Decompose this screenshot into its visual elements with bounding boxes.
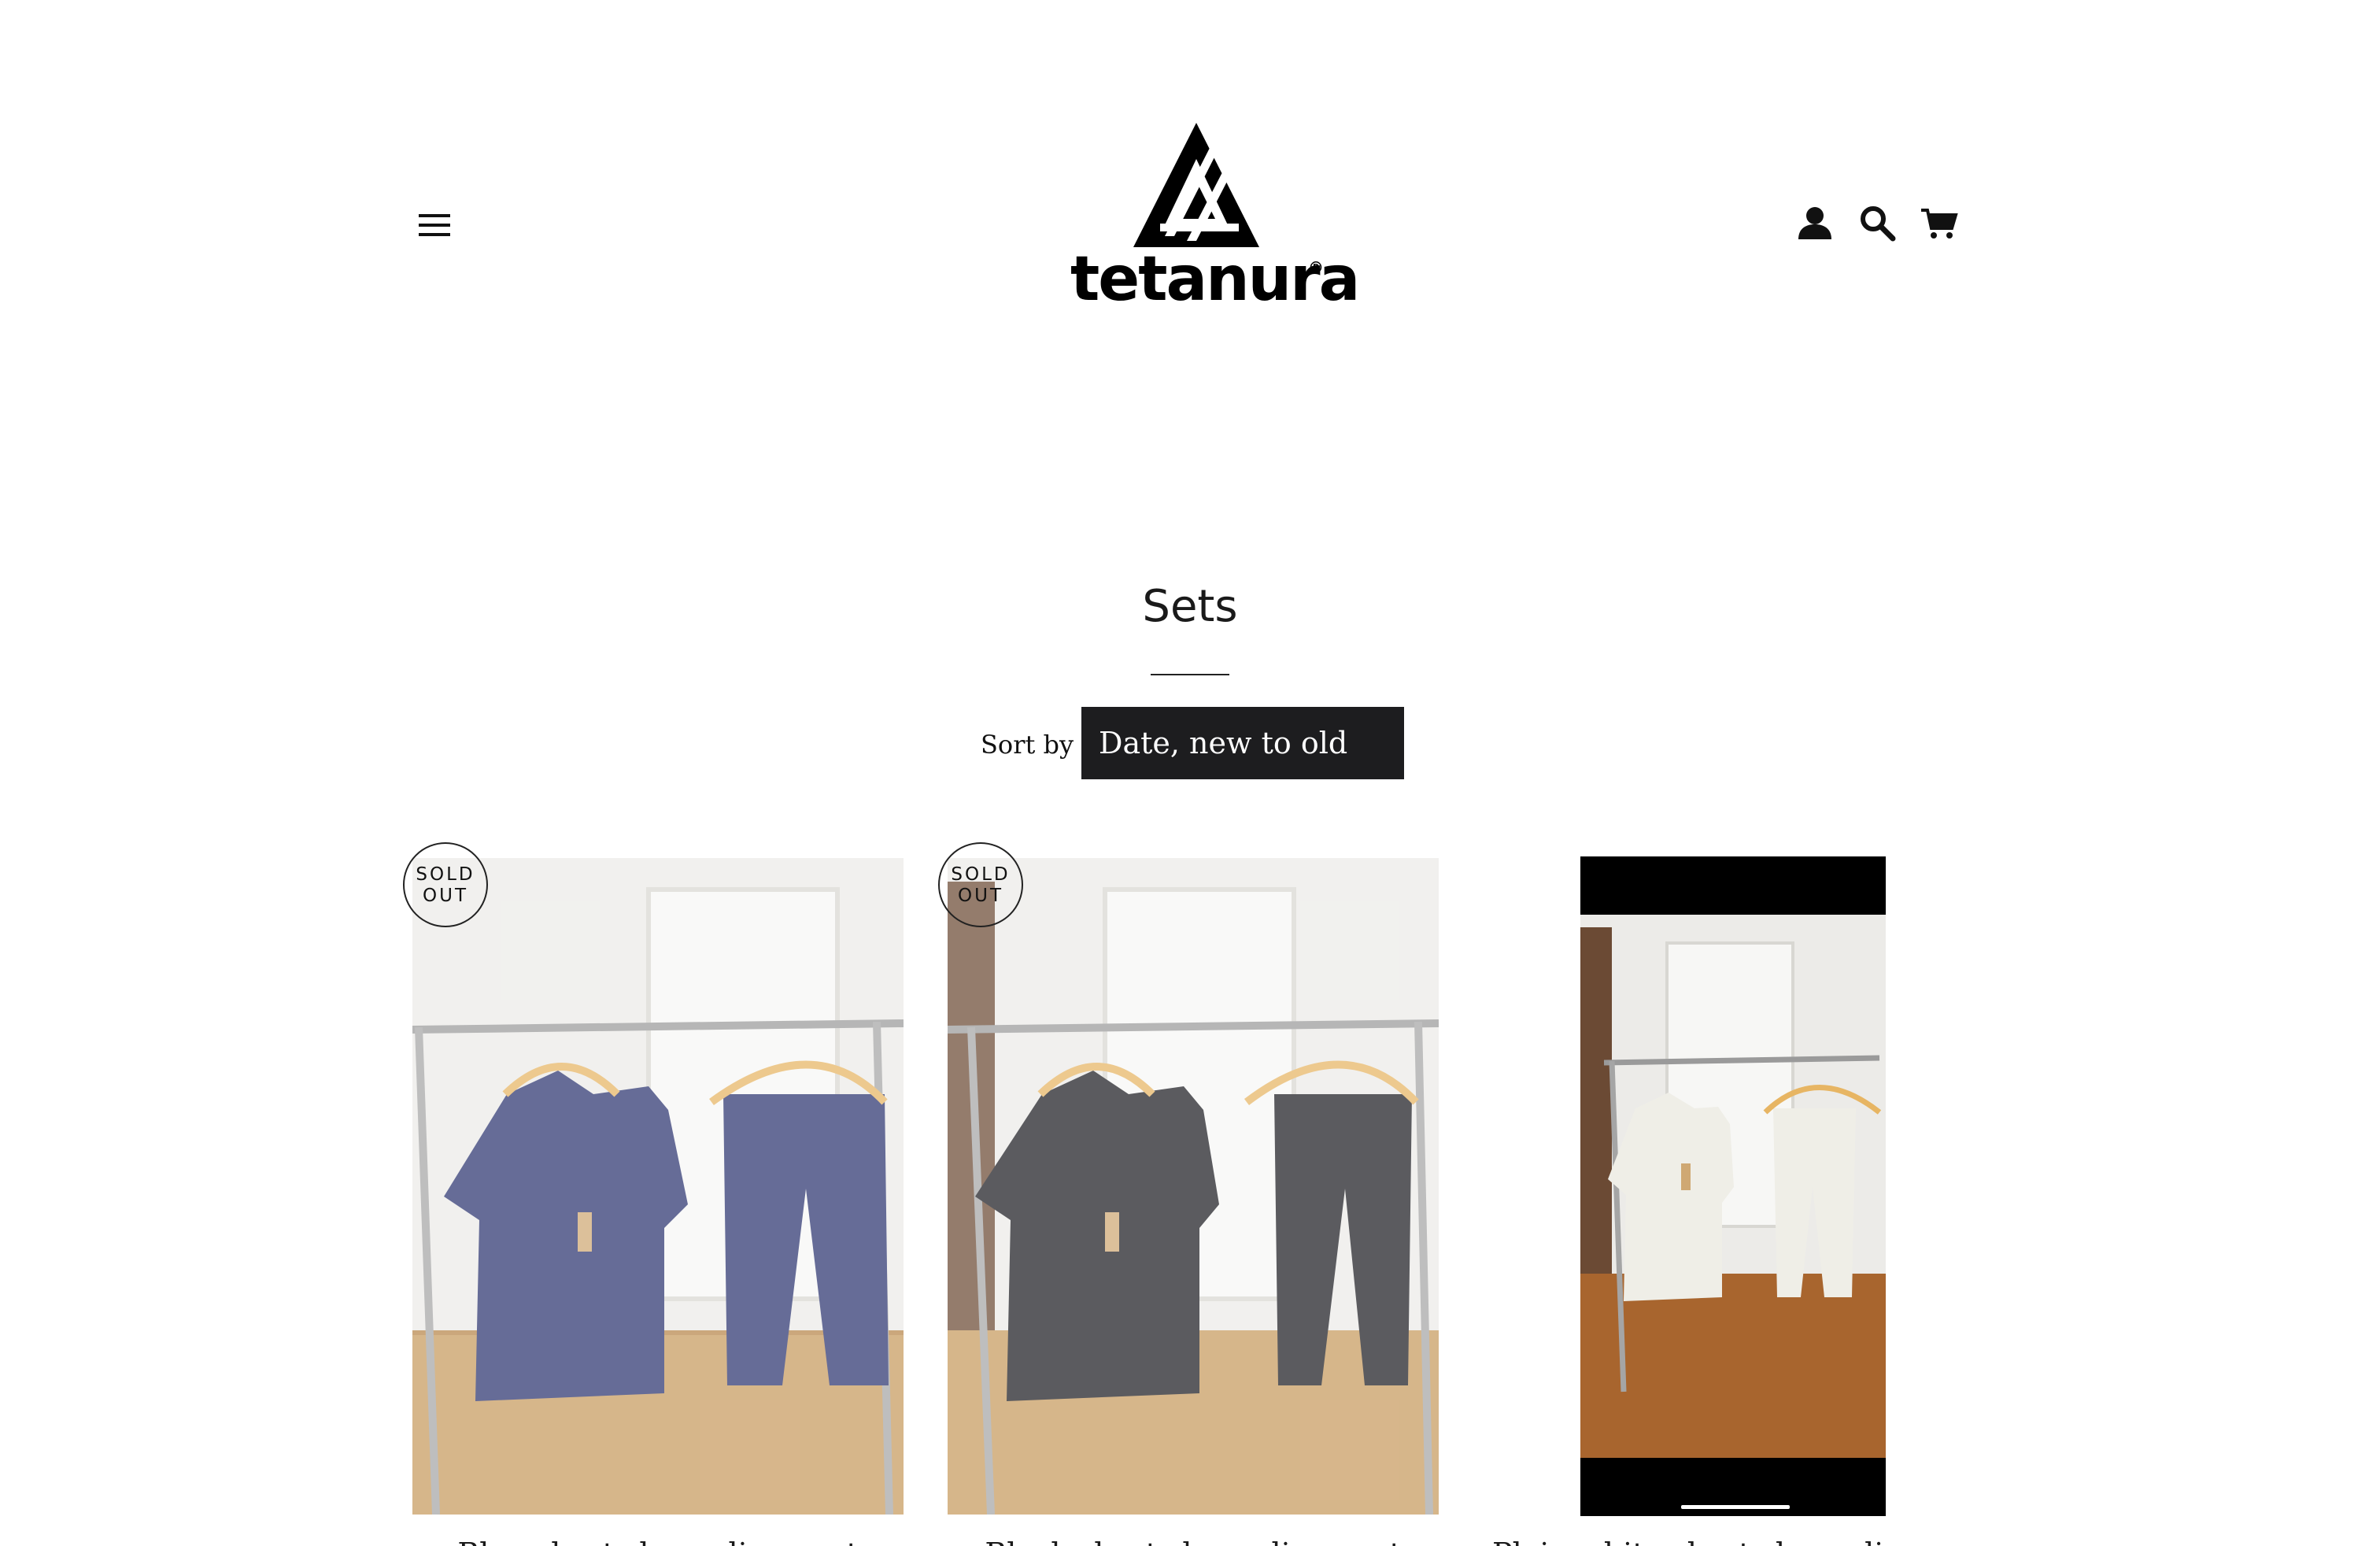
image-overlay	[948, 858, 1439, 1515]
image-overlay	[412, 858, 904, 1515]
sold-out-badge: SOLD OUT	[938, 842, 1023, 927]
tetanura-logo-mark-icon	[1133, 123, 1259, 247]
product-image[interactable]	[412, 858, 904, 1515]
user-icon[interactable]	[1794, 203, 1835, 244]
sold-out-badge: SOLD OUT	[403, 842, 488, 927]
brand-logo[interactable]: tetanura ®	[1070, 118, 1360, 323]
product-title[interactable]: Black short sleeve linen set	[948, 1535, 1439, 1546]
badge-line-2: OUT	[423, 886, 468, 906]
product-image[interactable]	[1580, 856, 1886, 1516]
page-title: Sets	[1142, 581, 1238, 632]
badge-line-2: OUT	[958, 886, 1003, 906]
search-icon[interactable]	[1857, 203, 1898, 244]
product-card[interactable]: SOLD OUT Black short sleeve linen set	[938, 842, 1439, 1546]
sort-by-label: Sort by	[981, 730, 1074, 760]
collection-page: tetanura ® Sets Sort by Date, new to old…	[0, 0, 2380, 1546]
header-actions	[1794, 203, 1968, 244]
sort-by-select[interactable]: Date, new to old	[1081, 707, 1404, 779]
product-card[interactable]: SOLD OUT Blue short sleeve linen set	[403, 842, 904, 1546]
cart-icon[interactable]	[1919, 203, 1960, 244]
product-card[interactable]: Plain white short sleeve linen set	[1483, 856, 1983, 1546]
hamburger-menu-icon[interactable]	[417, 209, 452, 241]
brand-wordmark: tetanura	[1070, 244, 1360, 315]
product-image[interactable]	[948, 858, 1439, 1515]
product-title[interactable]: Plain white short sleeve linen set	[1492, 1535, 1983, 1546]
badge-line-1: SOLD	[951, 864, 1011, 885]
registered-mark: ®	[1308, 258, 1324, 277]
title-divider	[1151, 674, 1229, 675]
product-title[interactable]: Blue short sleeve linen set	[412, 1535, 904, 1546]
badge-line-1: SOLD	[416, 864, 475, 885]
